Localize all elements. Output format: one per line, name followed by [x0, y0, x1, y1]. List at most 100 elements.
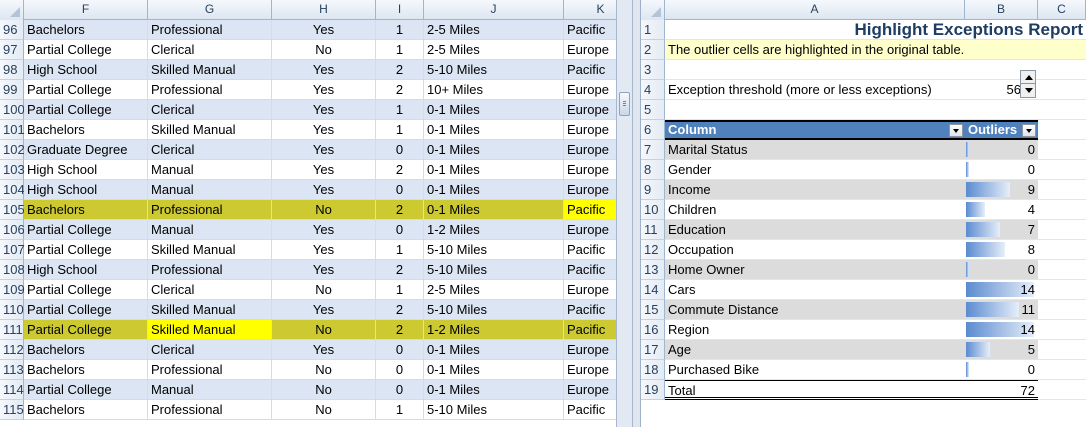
item-outliers-cell[interactable]: 14 — [965, 280, 1038, 300]
row-number[interactable]: 102 — [0, 140, 25, 160]
cell-j[interactable]: 0-1 Miles — [424, 180, 564, 200]
cell-g[interactable]: Clerical — [148, 100, 272, 120]
cell-f[interactable]: Partial College — [24, 220, 148, 240]
empty-cell[interactable] — [1038, 280, 1086, 300]
cell-f[interactable]: High School — [24, 260, 148, 280]
row-number[interactable]: 105 — [0, 200, 25, 220]
cell-f[interactable]: Partial College — [24, 320, 148, 340]
cell-g[interactable]: Professional — [148, 360, 272, 380]
item-outliers-cell[interactable]: 11 — [965, 300, 1038, 320]
row-number[interactable]: 6 — [641, 120, 665, 140]
item-name[interactable]: Education — [665, 220, 965, 240]
empty-cell[interactable] — [1038, 120, 1086, 140]
cell-i[interactable]: 2 — [376, 320, 424, 340]
cell-j[interactable]: 0-1 Miles — [424, 160, 564, 180]
cell-k[interactable]: Europe — [564, 140, 616, 160]
cell-j[interactable]: 5-10 Miles — [424, 60, 564, 80]
cell-f[interactable]: Partial College — [24, 280, 148, 300]
cell-h[interactable]: No — [272, 360, 376, 380]
item-name[interactable]: Children — [665, 200, 965, 220]
row-number[interactable]: 99 — [0, 80, 24, 100]
spinner-down-icon[interactable] — [1021, 84, 1035, 97]
cell-k[interactable]: Europe — [564, 340, 616, 360]
row-number[interactable]: 98 — [0, 60, 24, 80]
col-header-c[interactable]: C — [1038, 0, 1086, 20]
cell-f[interactable]: High School — [24, 180, 148, 200]
col-header-j[interactable]: J — [424, 0, 564, 20]
cell-k[interactable]: Pacific — [564, 240, 616, 260]
row-number[interactable]: 107 — [0, 240, 25, 260]
col-header-i[interactable]: I — [376, 0, 424, 20]
cell-g[interactable]: Manual — [148, 220, 272, 240]
cell-j[interactable]: 0-1 Miles — [424, 380, 564, 400]
cell-h[interactable]: Yes — [272, 20, 376, 40]
cell-k[interactable]: Europe — [564, 40, 616, 60]
row-number[interactable]: 3 — [641, 60, 665, 80]
item-outliers-cell[interactable]: 7 — [965, 220, 1038, 240]
cell-h[interactable]: Yes — [272, 240, 376, 260]
row-number[interactable]: 15 — [641, 300, 665, 320]
cell-f[interactable]: High School — [24, 60, 148, 80]
item-outliers-cell[interactable]: 0 — [965, 360, 1038, 380]
empty-cell[interactable] — [1038, 320, 1086, 340]
empty-cell[interactable] — [1038, 300, 1086, 320]
col-header-h[interactable]: H — [272, 0, 376, 20]
item-outliers-cell[interactable]: 5 — [965, 340, 1038, 360]
item-outliers-cell[interactable]: 0 — [965, 140, 1038, 160]
cell-j[interactable]: 2-5 Miles — [424, 40, 564, 60]
row-number[interactable]: 109 — [0, 280, 25, 300]
cell-k[interactable]: Europe — [564, 80, 616, 100]
row-number[interactable]: 1 — [641, 20, 665, 40]
cell-k[interactable]: Europe — [564, 180, 616, 200]
col-header-k[interactable]: K — [564, 0, 616, 20]
cell-k[interactable]: Europe — [564, 160, 616, 180]
row-number[interactable]: 18 — [641, 360, 665, 380]
cell-k[interactable]: Pacific — [564, 400, 616, 420]
cell-i[interactable]: 2 — [376, 300, 424, 320]
cell-j[interactable]: 5-10 Miles — [424, 300, 564, 320]
empty-cell[interactable] — [1038, 260, 1086, 280]
column-header-cell[interactable]: Column — [665, 120, 965, 140]
row-number[interactable]: 113 — [0, 360, 24, 380]
cell-f[interactable]: Bachelors — [24, 340, 148, 360]
cell-h[interactable]: Yes — [272, 160, 376, 180]
item-name[interactable]: Purchased Bike — [665, 360, 965, 380]
cell-i[interactable]: 0 — [376, 380, 424, 400]
window-split-bar[interactable] — [633, 0, 641, 427]
cell-g[interactable]: Skilled Manual — [148, 60, 272, 80]
cell-i[interactable]: 2 — [376, 160, 424, 180]
item-name[interactable]: Home Owner — [665, 260, 965, 280]
item-name[interactable]: Occupation — [665, 240, 965, 260]
row-number[interactable]: 100 — [0, 100, 25, 120]
row-number[interactable]: 111 — [0, 320, 24, 340]
row-number[interactable]: 103 — [0, 160, 25, 180]
cell-j[interactable]: 0-1 Miles — [424, 140, 564, 160]
cell-j[interactable]: 5-10 Miles — [424, 260, 564, 280]
row-number[interactable]: 17 — [641, 340, 665, 360]
cell-g[interactable]: Clerical — [148, 40, 272, 60]
col-header-b[interactable]: B — [965, 0, 1038, 20]
cell-j[interactable]: 1-2 Miles — [424, 220, 564, 240]
spinner-up-icon[interactable] — [1021, 71, 1035, 84]
row-number[interactable]: 9 — [641, 180, 665, 200]
cell-f[interactable]: Bachelors — [24, 120, 148, 140]
row-number[interactable]: 5 — [641, 100, 665, 120]
threshold-value[interactable]: 56 — [1007, 82, 1021, 97]
cell-i[interactable]: 0 — [376, 340, 424, 360]
cell-h[interactable]: Yes — [272, 80, 376, 100]
cell-j[interactable]: 0-1 Miles — [424, 360, 564, 380]
cell-j[interactable]: 0-1 Miles — [424, 120, 564, 140]
cell-f[interactable]: Bachelors — [24, 400, 148, 420]
row-number[interactable]: 14 — [641, 280, 665, 300]
cell-h[interactable]: Yes — [272, 60, 376, 80]
empty-cell[interactable] — [1038, 380, 1086, 400]
row-number[interactable]: 104 — [0, 180, 25, 200]
row-number[interactable]: 19 — [641, 380, 665, 400]
item-name[interactable]: Marital Status — [665, 140, 965, 160]
cell-k[interactable]: Pacific — [564, 60, 616, 80]
select-all-corner[interactable] — [0, 0, 24, 20]
cell-j[interactable]: 5-10 Miles — [424, 400, 564, 420]
row-number[interactable]: 12 — [641, 240, 665, 260]
source-data-pane[interactable]: F G H I J K 96 Bachelors Professional Yes 1 2… — [0, 0, 616, 427]
item-name[interactable]: Commute Distance — [665, 300, 965, 320]
